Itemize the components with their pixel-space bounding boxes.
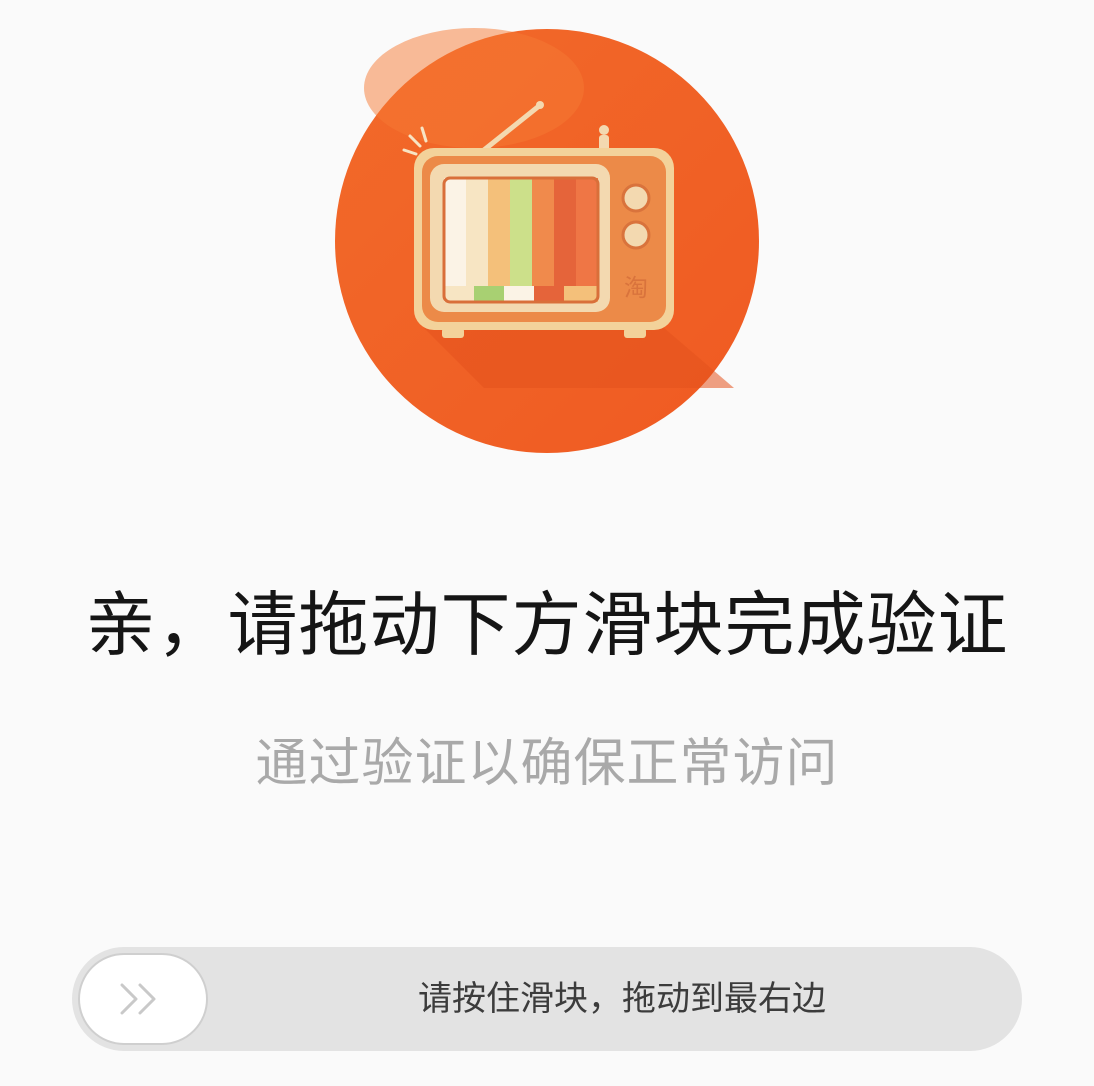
double-chevron-right-icon	[120, 983, 156, 1015]
retro-tv-icon: 淘	[335, 28, 759, 453]
tv-logo-char: 淘	[624, 274, 648, 302]
verification-page: 淘 亲，请拖动下方滑块完成验证 通过验证以确保正常访问 请按住滑块，拖动到最右边	[0, 0, 1094, 1086]
page-subtitle: 通过验证以确保正常访问	[255, 734, 839, 794]
slider-handle[interactable]	[78, 953, 208, 1045]
slider-hint: 请按住滑块，拖动到最右边	[418, 979, 826, 1019]
page-title: 亲，请拖动下方滑块完成验证	[85, 584, 1009, 666]
slider-track[interactable]: 请按住滑块，拖动到最右边	[72, 947, 1022, 1051]
tv-illustration: 淘	[334, 28, 760, 454]
